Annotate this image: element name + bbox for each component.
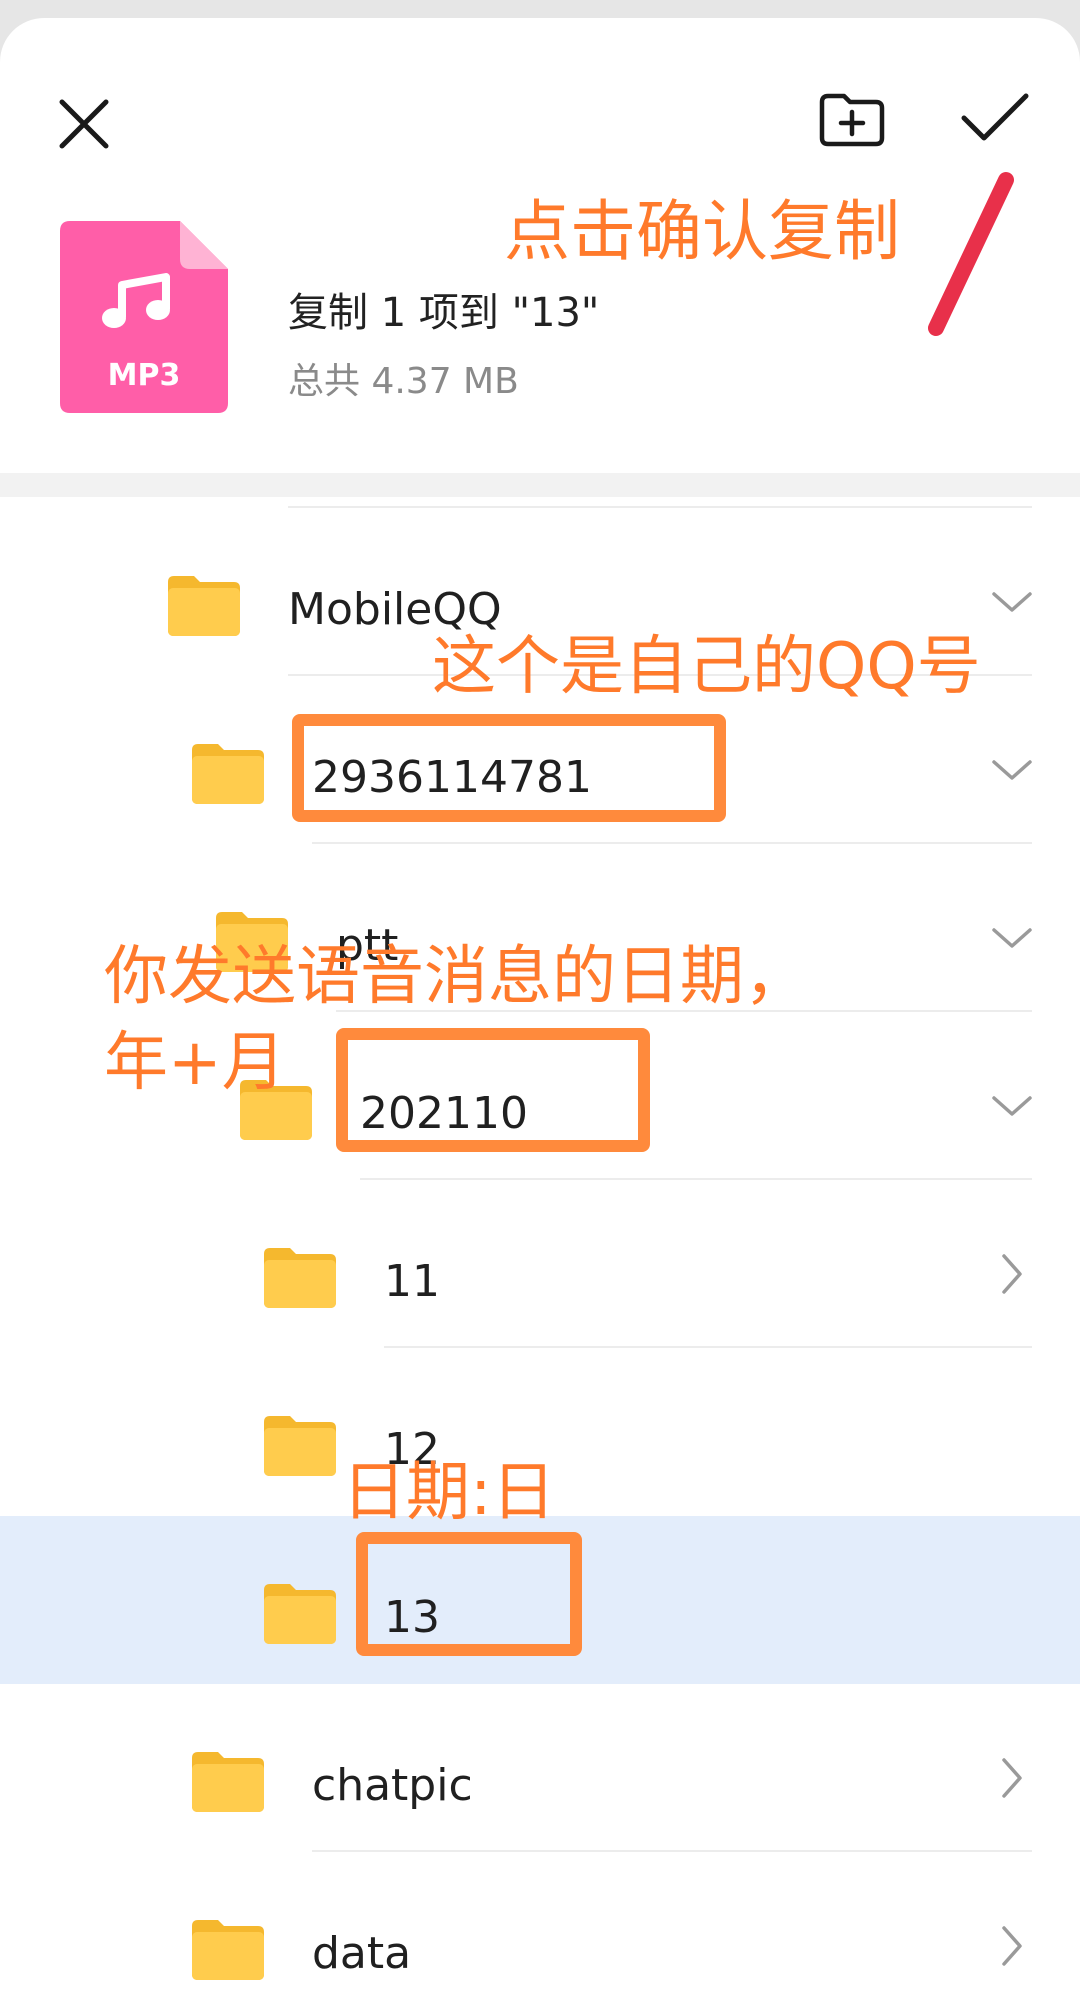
- chevron-down-icon[interactable]: [988, 914, 1036, 962]
- day-annotation: 日期:日: [342, 1456, 556, 1530]
- mp3-file-icon: MP3: [60, 221, 228, 413]
- folder-row-11[interactable]: 11: [0, 1180, 1080, 1348]
- qq-number-highlight-box: [292, 714, 726, 822]
- day-highlight-box: [356, 1532, 582, 1656]
- folder-name: data: [312, 1928, 412, 1979]
- new-folder-icon[interactable]: [818, 92, 886, 148]
- confirm-copy-annotation: 点击确认复制: [504, 193, 900, 270]
- folder-icon: [192, 1752, 264, 1812]
- copy-total-size: 总共 4.37 MB: [288, 361, 519, 402]
- file-type-label: MP3: [108, 358, 181, 393]
- folder-icon: [168, 576, 240, 636]
- folder-icon: [192, 744, 264, 804]
- section-divider: [0, 473, 1080, 497]
- folder-row-data[interactable]: data: [0, 1852, 1080, 2003]
- chevron-right-icon[interactable]: [988, 1754, 1036, 1802]
- folder-icon: [264, 1248, 336, 1308]
- date-annotation-line2: 年+月: [104, 1026, 286, 1100]
- chevron-right-icon[interactable]: [988, 1922, 1036, 1970]
- folder-icon: [264, 1584, 336, 1644]
- close-icon[interactable]: [56, 96, 112, 152]
- check-icon[interactable]: [960, 90, 1030, 146]
- date-annotation-line1: 你发送语音消息的日期，: [104, 940, 808, 1014]
- folder-name: 11: [384, 1256, 440, 1307]
- folder-name: chatpic: [312, 1760, 473, 1811]
- qq-number-annotation: 这个是自己的QQ号: [432, 630, 981, 704]
- chevron-down-icon[interactable]: [988, 746, 1036, 794]
- folder-icon: [192, 1920, 264, 1980]
- red-pen-stroke: [928, 172, 1014, 336]
- folder-row-chatpic[interactable]: chatpic: [0, 1684, 1080, 1852]
- copy-destination-sheet: MP3 复制 1 项到 "13" 总共 4.37 MB MobileQQ 293…: [0, 18, 1080, 2003]
- chevron-down-icon[interactable]: [988, 1082, 1036, 1130]
- year-month-highlight-box: [336, 1028, 650, 1152]
- folder-icon: [264, 1416, 336, 1476]
- chevron-down-icon[interactable]: [988, 578, 1036, 626]
- folder-name: MobileQQ: [288, 584, 502, 635]
- copy-summary-title: 复制 1 项到 "13": [288, 290, 600, 336]
- chevron-right-icon[interactable]: [988, 1250, 1036, 1298]
